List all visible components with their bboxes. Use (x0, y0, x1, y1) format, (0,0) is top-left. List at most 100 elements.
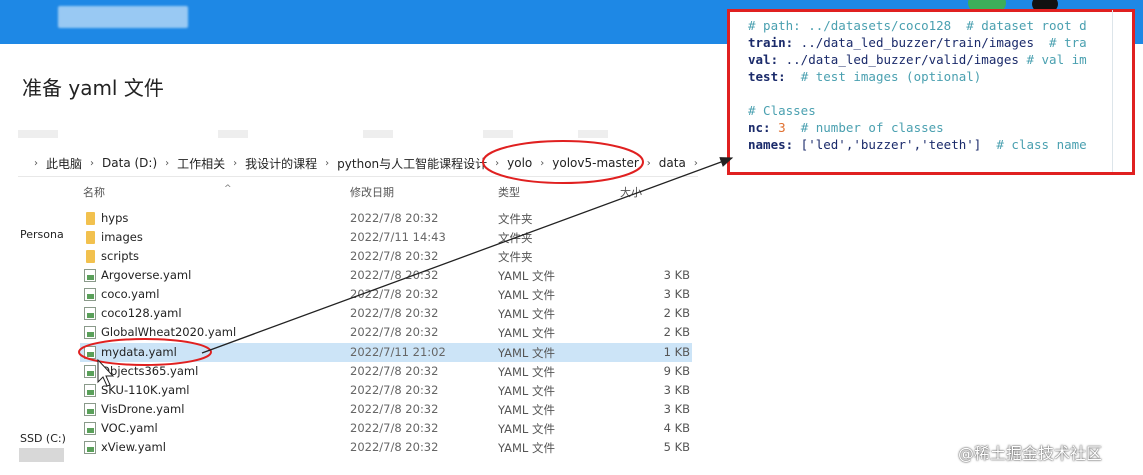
file-size: 5 KB (663, 440, 690, 454)
yaml-file-icon (84, 269, 96, 282)
code-comment: # class name (981, 137, 1087, 152)
folder-icon (86, 212, 95, 225)
file-row[interactable]: Objects365.yaml 2022/7/8 20:32 YAML 文件 9 KB (80, 362, 692, 381)
file-name: VisDrone.yaml (101, 402, 185, 416)
file-type: YAML 文件 (498, 346, 555, 360)
file-row[interactable]: SKU-110K.yaml 2022/7/8 20:32 YAML 文件 3 KB (80, 381, 692, 400)
file-date: 2022/7/8 20:32 (350, 383, 439, 397)
file-row[interactable]: scripts 2022/7/8 20:32 文件夹 (80, 247, 692, 266)
ribbon-faded (18, 130, 698, 142)
file-name: VOC.yaml (101, 421, 158, 435)
file-date: 2022/7/8 20:32 (350, 421, 439, 435)
yaml-file-icon (84, 307, 96, 320)
file-name: coco128.yaml (101, 306, 182, 320)
breadcrumb-item[interactable]: › yolov5-master (532, 156, 639, 170)
file-date: 2022/7/8 20:32 (350, 211, 439, 225)
code-val-train: ../data_led_buzzer/train/images (793, 35, 1050, 50)
file-size: 2 KB (663, 325, 690, 339)
code-comment: # tra (1049, 35, 1087, 50)
breadcrumb-item[interactable]: › 工作相关 (157, 155, 225, 172)
file-name: images (101, 230, 143, 244)
file-name: xView.yaml (101, 440, 166, 454)
breadcrumb-label: 此电脑 (46, 156, 83, 171)
code-key-nc: nc: (748, 120, 771, 135)
column-date[interactable]: 修改日期 (350, 184, 394, 200)
code-key-val: val: (748, 52, 779, 67)
file-date: 2022/7/8 20:32 (350, 364, 439, 378)
yaml-file-icon (84, 422, 96, 435)
code-line-3: val: ../data_led_buzzer/valid/images # v… (748, 52, 1087, 67)
file-name: SKU-110K.yaml (101, 383, 190, 397)
yaml-file-icon (84, 288, 96, 301)
yaml-file-icon (84, 384, 96, 397)
file-row[interactable]: mydata.yaml 2022/7/11 21:02 YAML 文件 1 KB (80, 343, 692, 362)
code-scrollbar[interactable] (1112, 10, 1113, 172)
file-row[interactable]: coco128.yaml 2022/7/8 20:32 YAML 文件 2 KB (80, 304, 692, 323)
file-type: YAML 文件 (498, 422, 555, 436)
file-type: 文件夹 (498, 231, 533, 245)
file-type: 文件夹 (498, 250, 533, 264)
file-name: scripts (101, 249, 140, 263)
file-type: YAML 文件 (498, 307, 555, 321)
file-row[interactable]: hyps 2022/7/8 20:32 文件夹 (80, 209, 692, 228)
file-date: 2022/7/11 21:02 (350, 345, 446, 359)
file-size: 3 KB (663, 402, 690, 416)
breadcrumb-item[interactable]: › 此电脑 (26, 155, 82, 172)
code-comment: # number of classes (785, 120, 944, 135)
column-size[interactable]: 大小 (620, 184, 642, 200)
breadcrumb-item[interactable]: › python与人工智能课程设计 (317, 155, 487, 172)
chevron-right-icon[interactable]: › (90, 158, 94, 169)
breadcrumb-label: yolov5-master (552, 156, 639, 170)
file-name: hyps (101, 211, 129, 225)
chevron-right-icon[interactable]: › (165, 158, 169, 169)
file-row[interactable]: VisDrone.yaml 2022/7/8 20:32 YAML 文件 3 KB (80, 400, 692, 419)
address-bar[interactable]: › 此电脑 › Data (D:) › 工作相关 › 我设计的课程 › python与人工智能课程… (18, 150, 698, 177)
code-line-2: train: ../data_led_buzzer/train/images #… (748, 35, 1087, 50)
file-name: coco.yaml (101, 287, 160, 301)
chevron-right-icon[interactable]: › (540, 158, 544, 169)
breadcrumb-item[interactable]: › 我设计的课程 (225, 155, 317, 172)
file-row[interactable]: GlobalWheat2020.yaml 2022/7/8 20:32 YAML 文… (80, 323, 692, 342)
file-row[interactable]: Argoverse.yaml 2022/7/8 20:32 YAML 文件 3 KB (80, 266, 692, 285)
code-line-6: # Classes (748, 103, 816, 118)
breadcrumb-label: 我设计的课程 (245, 156, 318, 171)
yaml-file-icon (84, 403, 96, 416)
chevron-right-icon[interactable]: › (647, 158, 651, 169)
chevron-right-icon[interactable]: › (34, 158, 38, 169)
chevron-right-icon[interactable]: › (233, 158, 237, 169)
breadcrumb-item[interactable]: › data (639, 156, 686, 170)
file-date: 2022/7/8 20:32 (350, 249, 439, 263)
file-row[interactable]: xView.yaml 2022/7/8 20:32 YAML 文件 5 KB (80, 438, 692, 457)
file-name: Objects365.yaml (101, 364, 199, 378)
nav-item-ssd[interactable]: SSD (C:) (20, 432, 66, 445)
chevron-right-icon[interactable]: › (325, 158, 329, 169)
file-row[interactable]: VOC.yaml 2022/7/8 20:32 YAML 文件 4 KB (80, 419, 692, 438)
code-key-names: names: (748, 137, 794, 152)
file-row[interactable]: coco.yaml 2022/7/8 20:32 YAML 文件 3 KB (80, 285, 692, 304)
file-row[interactable]: images 2022/7/11 14:43 文件夹 (80, 228, 692, 247)
watermark: @稀土掘金技术社区 (958, 444, 1103, 463)
file-size: 9 KB (663, 364, 690, 378)
file-list-header: 名称 ^ 修改日期 类型 大小 (18, 182, 698, 202)
chevron-right-icon[interactable]: › (694, 158, 698, 169)
column-type[interactable]: 类型 (498, 184, 520, 200)
code-val-val: ../data_led_buzzer/valid/images (778, 52, 1027, 67)
nav-item-persona[interactable]: Persona (20, 228, 64, 241)
code-line-7: nc: 3 # number of classes (748, 120, 944, 135)
blurred-nav-item (19, 448, 64, 462)
file-name: mydata.yaml (101, 345, 177, 359)
yaml-file-icon (84, 326, 96, 339)
breadcrumb-label: yolo (507, 156, 533, 170)
breadcrumb-label: 工作相关 (177, 156, 226, 171)
file-type: YAML 文件 (498, 288, 555, 302)
chevron-right-icon[interactable]: › (495, 158, 499, 169)
breadcrumb-item[interactable]: › Data (D:) (82, 156, 157, 170)
column-name[interactable]: 名称 (83, 184, 105, 200)
blurred-header-text (58, 6, 188, 28)
breadcrumb-label: python与人工智能课程设计 (337, 156, 488, 171)
breadcrumb-item[interactable]: › yolo (487, 156, 532, 170)
file-size: 3 KB (663, 383, 690, 397)
code-line-4: test: # test images (optional) (748, 69, 981, 84)
file-date: 2022/7/8 20:32 (350, 325, 439, 339)
file-size: 4 KB (663, 421, 690, 435)
